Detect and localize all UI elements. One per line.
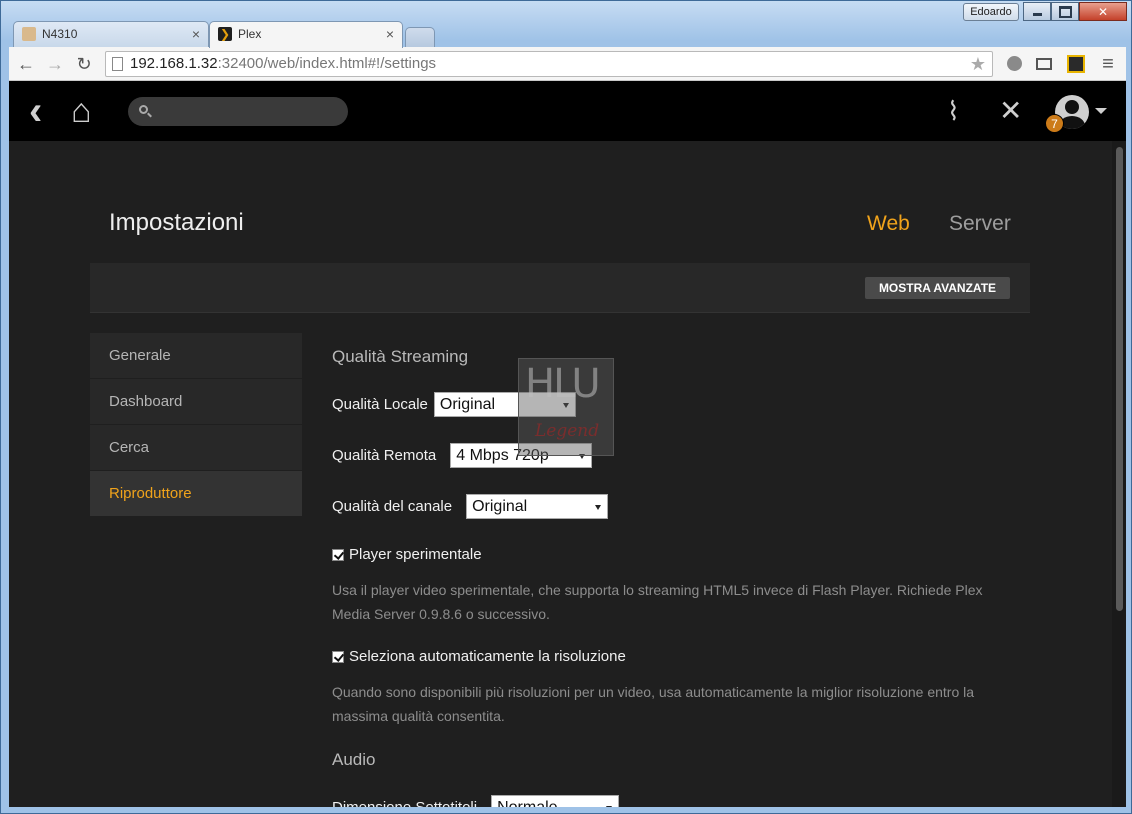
experimental-player-checkbox[interactable] [332, 548, 344, 561]
sidebar-item-riproduttore[interactable]: Riproduttore [90, 471, 302, 517]
activity-icon[interactable]: ⌇ [947, 81, 960, 141]
channel-quality-row: Qualità del canale Original [332, 493, 609, 519]
close-window-button[interactable]: ✕ [1079, 2, 1127, 21]
sidebar-item-dashboard[interactable]: Dashboard [90, 379, 302, 425]
auto-resolution-label[interactable]: Seleziona automaticamente la risoluzione [349, 648, 626, 665]
browser-window: Edoardo ✕ N4310 × ❯ Plex × ← → ↻ 192.168… [0, 0, 1132, 814]
extension-shield-icon[interactable] [1003, 53, 1025, 75]
show-advanced-button[interactable]: MOSTRA AVANZATE [865, 277, 1010, 299]
page-scrollbar[interactable] [1112, 141, 1126, 807]
subtitle-size-select[interactable]: Normale [491, 794, 620, 807]
page-icon [112, 57, 123, 71]
scrollbar-thumb[interactable] [1116, 147, 1123, 611]
auto-resolution-row: Seleziona automaticamente la risoluzione [332, 648, 626, 665]
tab-web[interactable]: Web [867, 212, 910, 236]
section-title-audio: Audio [332, 750, 376, 769]
forward-arrow-icon[interactable]: → [44, 53, 66, 75]
watermark-text: HLU [525, 361, 601, 407]
bookmark-star-icon[interactable]: ★ [970, 52, 986, 76]
settings-sidebar: Generale Dashboard Cerca Riproduttore [90, 333, 302, 517]
search-input[interactable] [128, 97, 348, 126]
url-host: 192.168.1.32 [130, 55, 218, 72]
sidebar-item-generale[interactable]: Generale [90, 333, 302, 379]
back-arrow-icon[interactable]: ← [15, 53, 37, 75]
tab-server[interactable]: Server [949, 212, 1011, 236]
back-chevron-icon[interactable]: ‹ [29, 81, 42, 141]
page-title: Impostazioni [109, 209, 244, 236]
settings-tools-icon[interactable]: ✕ [999, 81, 1022, 141]
channel-quality-label: Qualità del canale [332, 497, 453, 515]
section-title-streaming: Qualità Streaming [332, 347, 469, 366]
tab-plex[interactable]: ❯ Plex × [209, 21, 403, 48]
window-user-badge[interactable]: Edoardo [963, 3, 1019, 21]
auto-resolution-checkbox[interactable] [332, 650, 344, 663]
home-icon[interactable]: ⌂ [71, 81, 92, 141]
channel-quality-select[interactable]: Original [466, 493, 609, 519]
plex-app: ‹ ⌂ ⌇ ✕ 7 Impostazioni Web Server MOSTRA… [9, 81, 1126, 807]
experimental-player-label[interactable]: Player sperimentale [349, 546, 482, 563]
tab-n4310[interactable]: N4310 × [13, 21, 209, 47]
search-icon [139, 105, 148, 114]
experimental-player-help: Usa il player video sperimentale, che su… [332, 582, 983, 622]
tab-close-icon[interactable]: × [386, 22, 394, 46]
url-path: :32400/web/index.html#!/settings [217, 55, 437, 72]
user-menu-chevron-down-icon[interactable] [1095, 108, 1107, 114]
address-bar[interactable]: 192.168.1.32:32400/web/index.html#!/sett… [105, 51, 993, 77]
plex-favicon-icon: ❯ [218, 27, 232, 41]
avatar-head [1065, 100, 1079, 114]
new-tab-button[interactable] [405, 27, 435, 47]
plex-header: ‹ ⌂ ⌇ ✕ 7 [9, 81, 1126, 141]
remote-quality-label: Qualità Remota [332, 446, 437, 464]
subtitle-size-label: Dimensione Sottotitoli [332, 798, 478, 808]
extension-check-icon[interactable] [1065, 53, 1087, 75]
window-controls: ✕ [1023, 2, 1127, 21]
tab-title: Plex [238, 27, 262, 41]
subtitle-size-row: Dimensione Sottotitoli Normale [332, 794, 620, 808]
cast-icon[interactable] [1033, 53, 1055, 75]
browser-toolbar: ← → ↻ 192.168.1.32:32400/web/index.html#… [9, 47, 1126, 81]
person-favicon-icon [22, 27, 36, 41]
settings-action-bar: MOSTRA AVANZATE [90, 263, 1030, 313]
tab-strip: N4310 × ❯ Plex × [9, 21, 609, 48]
tab-title: N4310 [42, 27, 78, 41]
notification-badge: 7 [1045, 114, 1064, 133]
sidebar-item-cerca[interactable]: Cerca [90, 425, 302, 471]
auto-resolution-help: Quando sono disponibili più risoluzioni … [332, 684, 975, 724]
watermark-logo: HLU Legend [518, 358, 614, 456]
maximize-button[interactable] [1051, 2, 1079, 21]
tab-close-icon[interactable]: × [192, 22, 200, 46]
browser-menu-icon[interactable]: ≡ [1097, 53, 1119, 75]
experimental-player-row: Player sperimentale [332, 546, 482, 563]
local-quality-label: Qualità Locale [332, 395, 428, 413]
watermark-subtext: Legend [535, 421, 600, 441]
reload-icon[interactable]: ↻ [73, 53, 95, 75]
minimize-button[interactable] [1023, 2, 1051, 21]
